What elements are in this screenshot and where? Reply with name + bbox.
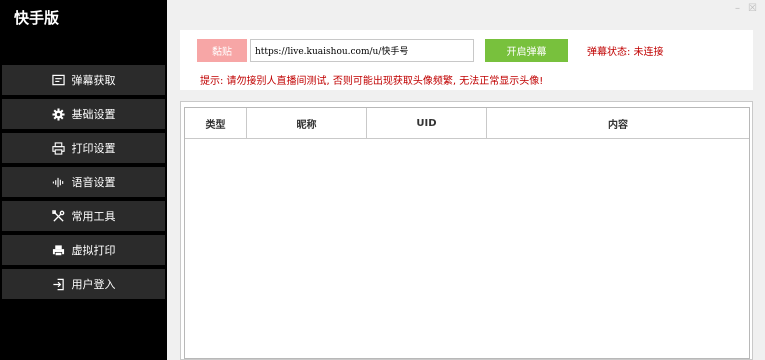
sidebar-item-basic-settings[interactable]: 基础设置 (2, 99, 165, 129)
sidebar-item-voice-settings[interactable]: 语音设置 (2, 167, 165, 197)
sidebar-item-label: 基础设置 (71, 108, 116, 121)
sidebar-item-label: 用户登入 (71, 278, 116, 291)
table-body[interactable] (185, 139, 749, 358)
tools-icon (52, 209, 66, 223)
close-icon[interactable]: ☒ (748, 3, 757, 14)
paste-button[interactable]: 黏贴 (197, 39, 247, 62)
window-controls: – ☒ (735, 3, 757, 14)
sidebar: 快手版 弹幕获取 基础设置 打印设置 语音设置 常用工具 虚拟打印 用户登入 (0, 0, 167, 360)
table-header: 类型 昵称 UID 内容 (185, 108, 749, 139)
sidebar-item-label: 弹幕获取 (71, 74, 116, 87)
sidebar-item-label: 常用工具 (71, 210, 116, 223)
sidebar-item-virtual-print[interactable]: 虚拟打印 (2, 235, 165, 265)
connection-panel: 黏贴 开启弹幕 弹幕状态: 未连接 提示: 请勿接别人直播间测试, 否则可能出现… (180, 30, 753, 90)
login-icon (52, 277, 66, 291)
audio-wave-icon (52, 175, 66, 189)
sidebar-item-print-settings[interactable]: 打印设置 (2, 133, 165, 163)
danmu-table: 类型 昵称 UID 内容 (184, 107, 750, 359)
printer-icon (52, 141, 66, 155)
app-window: 快手版 弹幕获取 基础设置 打印设置 语音设置 常用工具 虚拟打印 用户登入 –… (0, 0, 765, 360)
sidebar-item-label: 打印设置 (71, 142, 116, 155)
tip-text: 提示: 请勿接别人直播间测试, 否则可能出现获取头像频繁, 无法正常显示头像! (200, 76, 544, 87)
sidebar-item-danmu[interactable]: 弹幕获取 (2, 65, 165, 95)
sidebar-item-user-login[interactable]: 用户登入 (2, 269, 165, 299)
column-header-type[interactable]: 类型 (185, 108, 247, 138)
danmu-table-panel: 类型 昵称 UID 内容 (180, 101, 753, 360)
danmu-status: 弹幕状态: 未连接 (587, 47, 664, 58)
gear-icon (52, 107, 66, 121)
column-header-uid[interactable]: UID (367, 108, 487, 138)
sidebar-item-label: 虚拟打印 (71, 244, 116, 257)
app-title: 快手版 (14, 9, 60, 27)
sidebar-item-common-tools[interactable]: 常用工具 (2, 201, 165, 231)
monitor-icon (52, 73, 66, 87)
column-header-content[interactable]: 内容 (487, 108, 749, 138)
minimize-icon[interactable]: – (735, 3, 740, 14)
live-url-input[interactable] (250, 39, 474, 62)
sidebar-item-label: 语音设置 (71, 176, 116, 189)
column-header-nickname[interactable]: 昵称 (247, 108, 367, 138)
start-danmu-button[interactable]: 开启弹幕 (485, 39, 568, 62)
sidebar-nav: 弹幕获取 基础设置 打印设置 语音设置 常用工具 虚拟打印 用户登入 (2, 65, 165, 303)
virtual-printer-icon (52, 243, 66, 257)
